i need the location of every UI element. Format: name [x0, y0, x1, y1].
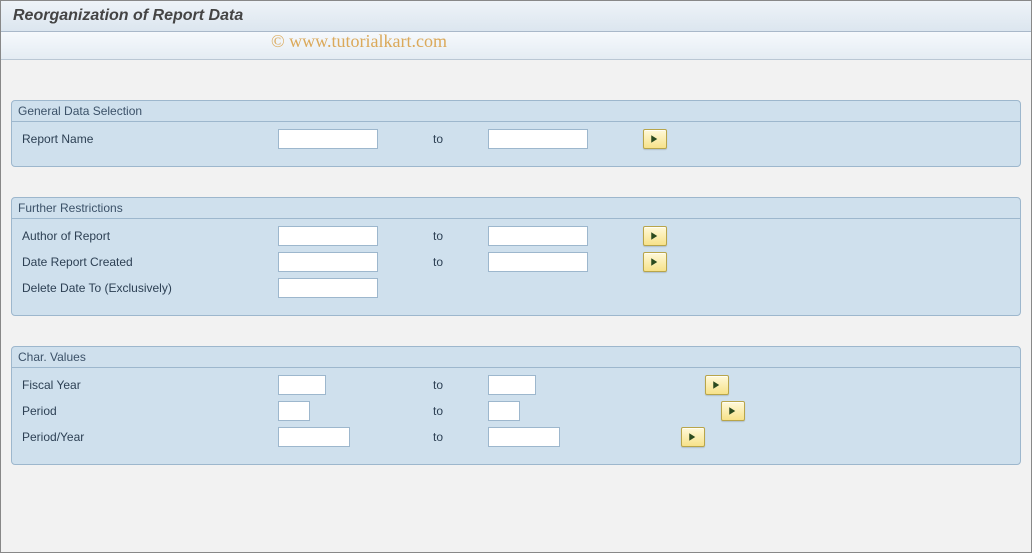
input-date-created-to[interactable]: [488, 252, 588, 272]
group-further-restrictions: Further Restrictions Author of Report to…: [11, 197, 1021, 316]
label-date-created: Date Report Created: [18, 255, 278, 269]
to-label-author: to: [388, 229, 488, 243]
input-fiscal-year-from[interactable]: [278, 375, 326, 395]
to-label-date-created: to: [388, 255, 488, 269]
label-author: Author of Report: [18, 229, 278, 243]
multiple-selection-button-period-year[interactable]: [681, 427, 705, 447]
arrow-right-icon: [711, 379, 723, 391]
label-period-year: Period/Year: [18, 430, 278, 444]
group-char-values: Char. Values Fiscal Year to Period: [11, 346, 1021, 465]
arrow-right-icon: [727, 405, 739, 417]
group-body-char-values: Fiscal Year to Period to: [12, 368, 1020, 464]
multiple-selection-button-author[interactable]: [643, 226, 667, 246]
row-date-created: Date Report Created to: [12, 249, 1020, 275]
label-report-name: Report Name: [18, 132, 278, 146]
toolbar: [1, 32, 1031, 60]
row-author: Author of Report to: [12, 223, 1020, 249]
input-period-from[interactable]: [278, 401, 310, 421]
content-area: General Data Selection Report Name to Fu…: [1, 60, 1031, 505]
arrow-right-icon: [687, 431, 699, 443]
input-period-year-from[interactable]: [278, 427, 350, 447]
input-fiscal-year-to[interactable]: [488, 375, 536, 395]
group-body-restrictions: Author of Report to Date Report Created: [12, 219, 1020, 315]
row-period-year: Period/Year to: [12, 424, 1020, 450]
label-period: Period: [18, 404, 278, 418]
group-title-general: General Data Selection: [12, 101, 1020, 122]
input-delete-date[interactable]: [278, 278, 378, 298]
input-date-created-from[interactable]: [278, 252, 378, 272]
row-fiscal-year: Fiscal Year to: [12, 372, 1020, 398]
to-label-fiscal-year: to: [388, 378, 488, 392]
group-general-data-selection: General Data Selection Report Name to: [11, 100, 1021, 167]
to-label-period-year: to: [388, 430, 488, 444]
row-report-name: Report Name to: [12, 126, 1020, 152]
multiple-selection-button-report-name[interactable]: [643, 129, 667, 149]
multiple-selection-button-period[interactable]: [721, 401, 745, 421]
input-report-name-from[interactable]: [278, 129, 378, 149]
to-label-report-name: to: [388, 132, 488, 146]
multiple-selection-button-date-created[interactable]: [643, 252, 667, 272]
multiple-selection-button-fiscal-year[interactable]: [705, 375, 729, 395]
row-period: Period to: [12, 398, 1020, 424]
input-period-year-to[interactable]: [488, 427, 560, 447]
group-title-char-values: Char. Values: [12, 347, 1020, 368]
to-label-period: to: [388, 404, 488, 418]
group-title-restrictions: Further Restrictions: [12, 198, 1020, 219]
input-period-to[interactable]: [488, 401, 520, 421]
page-title: Reorganization of Report Data: [1, 1, 1031, 32]
arrow-right-icon: [649, 230, 661, 242]
arrow-right-icon: [649, 256, 661, 268]
input-report-name-to[interactable]: [488, 129, 588, 149]
input-author-to[interactable]: [488, 226, 588, 246]
label-fiscal-year: Fiscal Year: [18, 378, 278, 392]
group-body-general: Report Name to: [12, 122, 1020, 166]
label-delete-date: Delete Date To (Exclusively): [18, 281, 278, 295]
input-author-from[interactable]: [278, 226, 378, 246]
arrow-right-icon: [649, 133, 661, 145]
row-delete-date: Delete Date To (Exclusively): [12, 275, 1020, 301]
